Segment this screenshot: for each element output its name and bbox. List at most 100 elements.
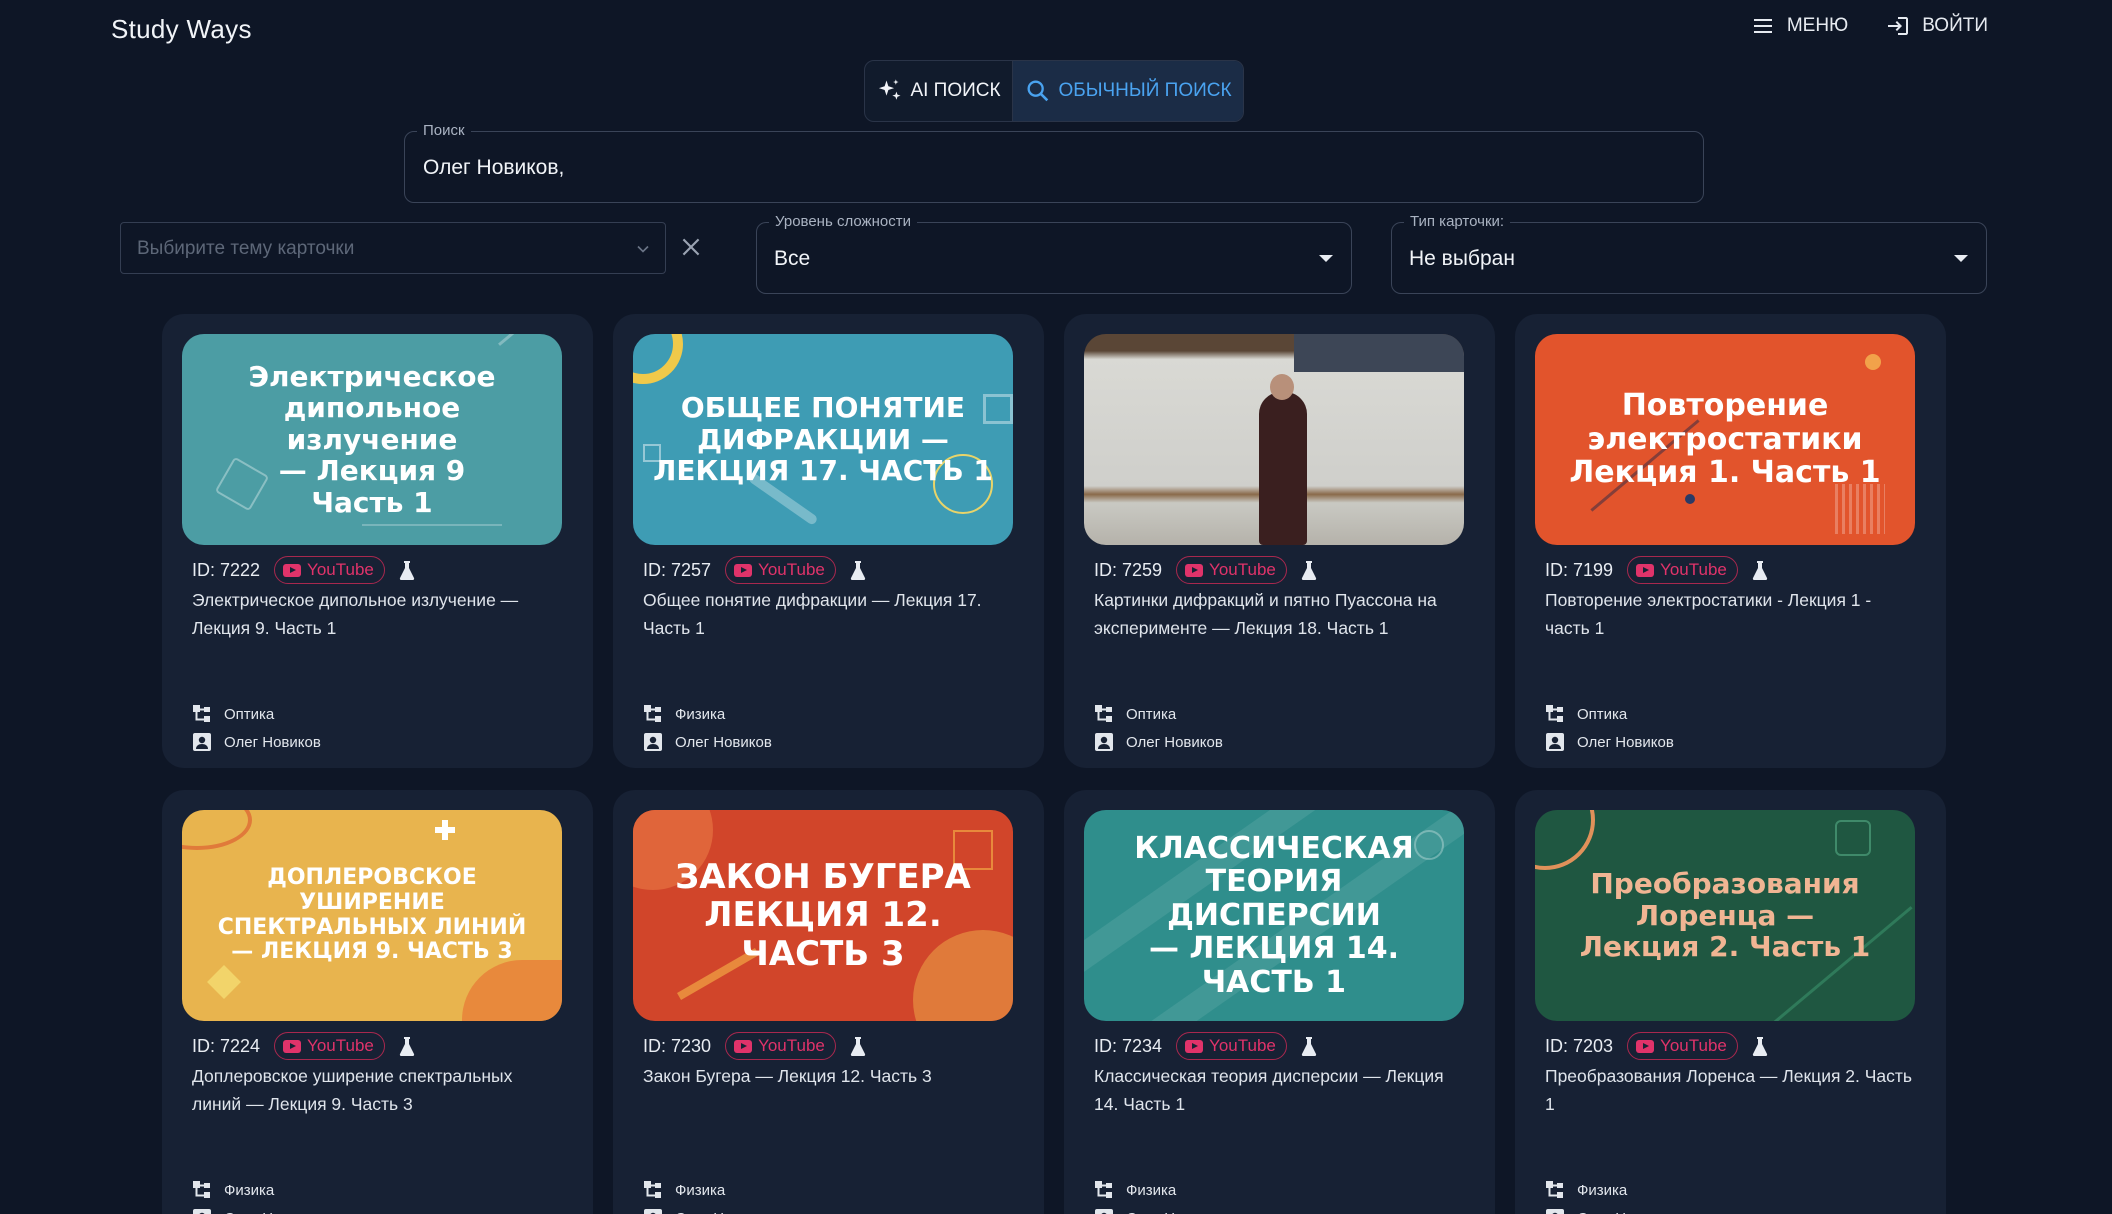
thumbnail-decoration (462, 960, 562, 1021)
search-input[interactable]: Поиск Олег Новиков, (404, 122, 1704, 203)
author-row: Олег Новиков (1094, 732, 1223, 752)
flask-icon (850, 561, 865, 580)
difficulty-label: Уровень сложности (769, 213, 917, 230)
search-value: Олег Новиков, (423, 156, 565, 179)
topic-row: Физика (1545, 1180, 1674, 1200)
card-info: Оптика Олег Новиков (1094, 704, 1223, 752)
card-topic: Физика (675, 705, 726, 723)
flask-icon (850, 1037, 865, 1056)
author-icon (1095, 1209, 1113, 1214)
lecturer-head (1270, 374, 1294, 400)
flask-icon (1301, 1037, 1316, 1056)
youtube-icon (283, 563, 302, 577)
ai-search-button[interactable]: AI ПОИСК (865, 61, 1013, 121)
topic-row: Оптика (192, 704, 321, 724)
menu-label: МЕНЮ (1786, 15, 1849, 36)
login-icon (1888, 17, 1909, 35)
lecture-card[interactable]: ID: 7259 YouTube Картинки дифракций и пя… (1064, 314, 1495, 768)
card-thumbnail[interactable]: ДОПЛЕРОВСКОЕ УШИРЕНИЕ СПЕКТРАЛЬНЫХ ЛИНИЙ… (182, 810, 562, 1021)
card-id: ID: 7224 (192, 1035, 261, 1056)
topic-tree-icon (193, 1181, 210, 1198)
card-meta: ID: 7230 YouTube (643, 1032, 866, 1060)
flask-icon (1752, 1037, 1767, 1056)
regular-search-label: ОБЫЧНЫЙ ПОИСК (1058, 80, 1232, 101)
thumbnail-title: Электрическое дипольное излучение — Лекц… (248, 360, 496, 519)
card-author: Олег Новиков (224, 733, 321, 751)
card-thumbnail[interactable]: КЛАССИЧЕСКАЯ ТЕОРИЯ ДИСПЕРСИИ — ЛЕКЦИЯ 1… (1084, 810, 1464, 1021)
lecture-card[interactable]: Повторение электростатики Лекция 1. Част… (1515, 314, 1946, 768)
header-actions: МЕНЮ ВОЙТИ (1751, 14, 1988, 38)
card-id: ID: 7222 (192, 559, 261, 580)
login-button[interactable]: ВОЙТИ (1886, 14, 1988, 38)
thumbnail-title: КЛАССИЧЕСКАЯ ТЕОРИЯ ДИСПЕРСИИ — ЛЕКЦИЯ 1… (1134, 830, 1414, 1000)
card-info: Оптика Олег Новиков (192, 704, 321, 752)
card-thumbnail[interactable]: ОБЩЕЕ ПОНЯТИЕ ДИФРАКЦИИ — ЛЕКЦИЯ 17. ЧАС… (633, 334, 1013, 545)
topic-select[interactable]: Выбирите тему карточки (120, 222, 666, 274)
card-type-value: Не выбран (1409, 247, 1515, 270)
card-thumbnail[interactable] (1084, 334, 1464, 545)
youtube-badge: YouTube (274, 1032, 385, 1060)
lecture-card[interactable]: Электрическое дипольное излучение — Лекц… (162, 314, 593, 768)
thumbnail-decoration (633, 334, 683, 384)
card-meta: ID: 7222 YouTube (192, 556, 415, 584)
card-info: Физика Олег Новиков (1545, 1180, 1674, 1214)
youtube-icon (734, 1039, 753, 1053)
flask-icon (399, 1037, 414, 1056)
card-author: Олег Новиков (1577, 1210, 1674, 1214)
menu-button[interactable]: МЕНЮ (1751, 14, 1848, 38)
source-label: YouTube (307, 1036, 374, 1055)
card-meta: ID: 7257 YouTube (643, 556, 866, 584)
topic-row: Оптика (1094, 704, 1223, 724)
source-label: YouTube (758, 560, 825, 579)
card-topic: Физика (675, 1181, 726, 1199)
difficulty-select[interactable]: Уровень сложности Все (756, 213, 1352, 294)
lecture-card[interactable]: КЛАССИЧЕСКАЯ ТЕОРИЯ ДИСПЕРСИИ — ЛЕКЦИЯ 1… (1064, 790, 1495, 1214)
source-label: YouTube (1660, 1036, 1727, 1055)
youtube-badge: YouTube (274, 556, 385, 584)
topic-row: Физика (192, 1180, 321, 1200)
clear-topic-icon[interactable] (678, 234, 704, 260)
author-row: Олег Новиков (192, 732, 321, 752)
login-label: ВОЙТИ (1922, 15, 1988, 36)
card-topic: Оптика (1126, 705, 1177, 723)
thumbnail-decoration (1835, 484, 1885, 534)
card-meta: ID: 7259 YouTube (1094, 556, 1317, 584)
lecture-card[interactable]: ОБЩЕЕ ПОНЯТИЕ ДИФРАКЦИИ — ЛЕКЦИЯ 17. ЧАС… (613, 314, 1044, 768)
card-meta: ID: 7224 YouTube (192, 1032, 415, 1060)
card-grid: Электрическое дипольное излучение — Лекц… (162, 314, 1946, 1214)
card-title: Повторение электростатики - Лекция 1 - ч… (1545, 590, 1872, 638)
regular-search-button[interactable]: ОБЫЧНЫЙ ПОИСК (1013, 61, 1243, 121)
card-thumbnail[interactable]: Преобразования Лоренца — Лекция 2. Часть… (1535, 810, 1915, 1021)
source-label: YouTube (1209, 560, 1276, 579)
topic-row: Физика (643, 1180, 772, 1200)
card-id: ID: 7257 (643, 559, 712, 580)
card-title: Общее понятие дифракции — Лекция 17. Час… (643, 590, 982, 638)
card-author: Олег Новиков (675, 733, 772, 751)
card-meta: ID: 7203 YouTube (1545, 1032, 1768, 1060)
card-title: Классическая теория дисперсии — Лекция 1… (1094, 1066, 1444, 1114)
lecturer-figure (1259, 392, 1307, 545)
source-label: YouTube (1209, 1036, 1276, 1055)
lecture-card[interactable]: Преобразования Лоренца — Лекция 2. Часть… (1515, 790, 1946, 1214)
youtube-badge: YouTube (725, 1032, 836, 1060)
thumbnail-title: Преобразования Лоренца — Лекция 2. Часть… (1579, 867, 1871, 964)
lecture-card[interactable]: ЗАКОН БУГЕРА ЛЕКЦИЯ 12. ЧАСТЬ 3 ID: 7230… (613, 790, 1044, 1214)
card-id: ID: 7203 (1545, 1035, 1614, 1056)
thumbnail-title: ОБЩЕЕ ПОНЯТИЕ ДИФРАКЦИИ — ЛЕКЦИЯ 17. ЧАС… (653, 391, 993, 488)
card-type-label: Тип карточки: (1404, 213, 1511, 230)
lecture-card[interactable]: ДОПЛЕРОВСКОЕ УШИРЕНИЕ СПЕКТРАЛЬНЫХ ЛИНИЙ… (162, 790, 593, 1214)
app-title[interactable]: Study Ways (111, 14, 252, 45)
card-author: Олег Новиков (1577, 733, 1674, 751)
card-thumbnail[interactable]: Повторение электростатики Лекция 1. Част… (1535, 334, 1915, 545)
card-topic: Физика (1126, 1181, 1177, 1199)
card-type-select[interactable]: Тип карточки: Не выбран (1391, 213, 1987, 294)
thumbnail-title: ЗАКОН БУГЕРА ЛЕКЦИЯ 12. ЧАСТЬ 3 (675, 857, 971, 974)
card-thumbnail[interactable]: ЗАКОН БУГЕРА ЛЕКЦИЯ 12. ЧАСТЬ 3 (633, 810, 1013, 1021)
author-icon (193, 1209, 211, 1214)
topic-row: Физика (643, 704, 772, 724)
card-title: Закон Бугера — Лекция 12. Часть 3 (643, 1066, 932, 1086)
card-id: ID: 7259 (1094, 559, 1163, 580)
card-thumbnail[interactable]: Электрическое дипольное излучение — Лекц… (182, 334, 562, 545)
search-mode-toggle: AI ПОИСК ОБЫЧНЫЙ ПОИСК (864, 60, 1244, 122)
ai-search-label: AI ПОИСК (910, 80, 1001, 101)
